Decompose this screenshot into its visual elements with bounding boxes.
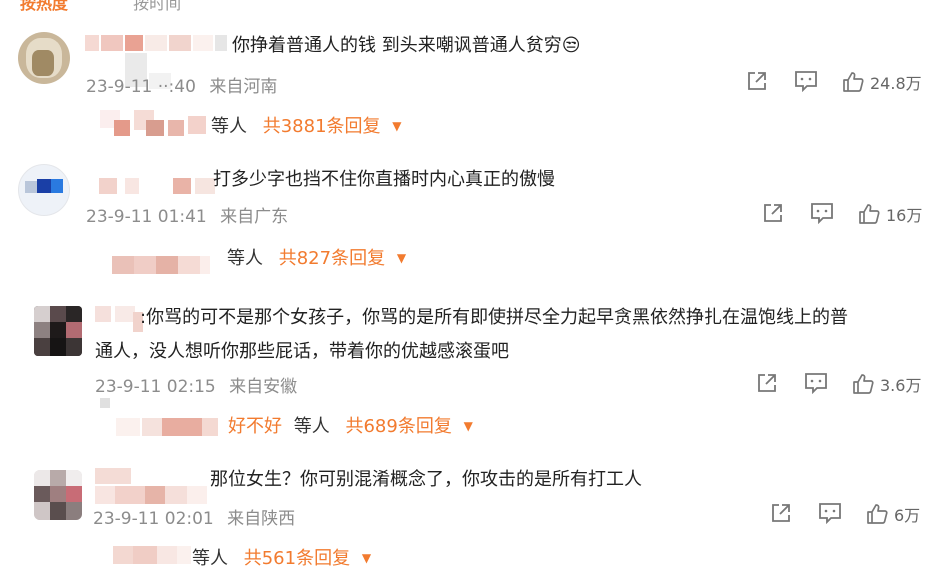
comment-icon	[805, 373, 827, 394]
reply-count[interactable]: 共689条回复	[345, 416, 451, 437]
comment-item: :你骂的可不是那个女孩子，你骂的是所有即使拼尽全力起早贪黑依然挣扎在温饱线上的普…	[0, 292, 950, 442]
comment-button[interactable]	[810, 202, 834, 224]
comment-location: 来自陕西	[227, 509, 296, 529]
reply-label: 等人	[192, 548, 228, 569]
like-icon	[867, 504, 888, 524]
comment-item: 你挣着普通人的钱 到头来嘲讽普通人贫穷😒 23-9-11 ··:40 来自河南 …	[0, 20, 950, 150]
comment-item: 打多少字也挡不住你直播时内心真正的傲慢 23-9-11 01:41 来自广东 1…	[0, 152, 950, 282]
share-icon	[764, 204, 782, 222]
share-icon	[758, 374, 776, 392]
like-count: 6万	[894, 506, 921, 525]
comment-actions: 24.8万	[746, 70, 936, 96]
reply-summary[interactable]: 好不好 等人 共689条回复 ▼	[228, 412, 473, 438]
reply-count[interactable]: 共561条回复	[244, 548, 350, 569]
comment-location: 来自广东	[220, 207, 289, 227]
chevron-down-icon[interactable]: ▼	[397, 251, 406, 265]
like-count: 24.8万	[870, 74, 922, 93]
comment-actions: 3.6万	[756, 372, 946, 398]
sort-tabs: 按热度 按时间	[20, 0, 181, 13]
comment-location: 来自安徽	[229, 377, 298, 397]
like-count: 16万	[886, 206, 923, 225]
like-button[interactable]: 6万	[866, 502, 920, 526]
share-button[interactable]	[746, 70, 768, 92]
like-button[interactable]: 3.6万	[852, 372, 921, 396]
comment-time: 23-9-11 02:01	[93, 509, 214, 529]
chevron-down-icon[interactable]: ▼	[392, 119, 401, 133]
reply-summary[interactable]: 等人 共827条回复 ▼	[227, 244, 406, 270]
reply-label: 等人	[211, 116, 247, 137]
comment-meta: 23-9-11 ··:40 来自河南	[86, 72, 277, 97]
like-button[interactable]: 24.8万	[842, 70, 922, 94]
share-button[interactable]	[762, 202, 784, 224]
avatar[interactable]	[34, 306, 82, 356]
reply-summary[interactable]: 等人 共561条回复 ▼	[192, 544, 371, 570]
comment-meta: 23-9-11 02:01 来自陕西	[93, 504, 295, 529]
comment-actions: 16万	[762, 202, 942, 228]
reply-names: 好不好	[228, 416, 282, 437]
comment-meta: 23-9-11 01:41 来自广东	[86, 202, 288, 227]
like-icon	[859, 204, 880, 224]
like-button[interactable]: 16万	[858, 202, 922, 226]
comment-location: 来自河南	[209, 77, 278, 97]
comment-time: 23-9-11 ··:40	[86, 77, 196, 97]
chevron-down-icon[interactable]: ▼	[362, 551, 371, 565]
reply-label: 等人	[227, 248, 263, 269]
reply-label: 等人	[293, 416, 330, 437]
comment-button[interactable]	[804, 372, 828, 394]
avatar[interactable]	[18, 32, 70, 84]
comment-icon	[819, 503, 841, 524]
comment-text: 你挣着普通人的钱 到头来嘲讽普通人贫穷😒	[232, 35, 581, 56]
like-icon	[853, 374, 874, 394]
like-icon	[843, 72, 864, 92]
sort-tab-time[interactable]: 按时间	[133, 0, 181, 13]
reply-count[interactable]: 共3881条回复	[263, 116, 381, 137]
comment-actions: 6万	[770, 502, 948, 528]
sort-tab-hot[interactable]: 按热度	[20, 0, 68, 13]
comment-icon	[795, 71, 817, 92]
share-icon	[748, 72, 766, 90]
comment-text-line2: 通人，没人想听你那些屁话，带着你的优越感滚蛋吧	[95, 341, 509, 362]
reply-summary[interactable]: 等人 共3881条回复 ▼	[211, 112, 402, 138]
avatar[interactable]	[18, 164, 70, 216]
comment-button[interactable]	[818, 502, 842, 524]
like-count: 3.6万	[880, 376, 922, 395]
comment-meta: 23-9-11 02:15 来自安徽	[95, 372, 297, 397]
comment-text: 打多少字也挡不住你直播时内心真正的傲慢	[213, 169, 555, 190]
comment-time: 23-9-11 02:15	[95, 377, 216, 397]
comment-time: 23-9-11 01:41	[86, 207, 207, 227]
chevron-down-icon[interactable]: ▼	[464, 419, 473, 433]
comment-icon	[811, 203, 833, 224]
share-button[interactable]	[770, 502, 792, 524]
reply-count[interactable]: 共827条回复	[279, 248, 385, 269]
comment-text: :你骂的可不是那个女孩子，你骂的是所有即使拼尽全力起早贪黑依然挣扎在温饱线上的普	[140, 307, 849, 328]
avatar[interactable]	[34, 470, 82, 520]
comment-button[interactable]	[794, 70, 818, 92]
share-icon	[772, 504, 790, 522]
share-button[interactable]	[756, 372, 778, 394]
comment-text: 那位女生？你可别混淆概念了，你攻击的是所有打工人	[210, 469, 642, 490]
comment-item: 那位女生？你可别混淆概念了，你攻击的是所有打工人 23-9-11 02:01 来…	[0, 460, 950, 575]
